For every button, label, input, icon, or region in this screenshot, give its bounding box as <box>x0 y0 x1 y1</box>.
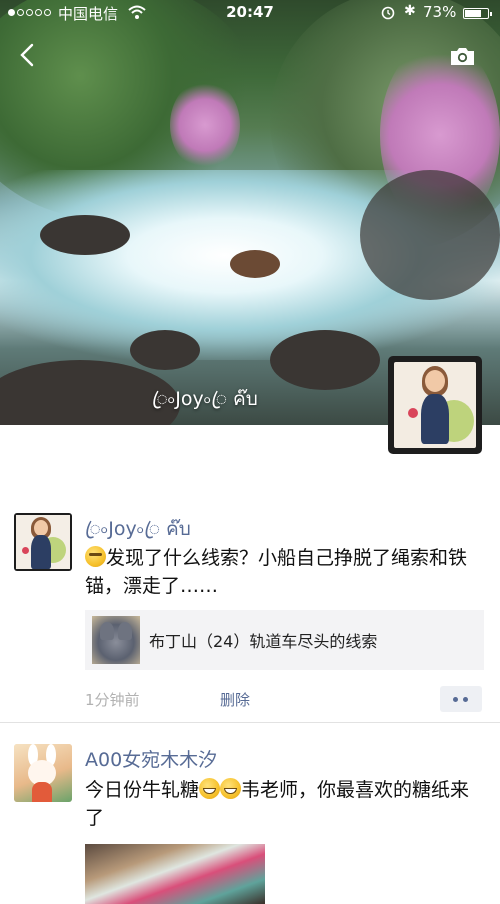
profile-avatar[interactable] <box>388 356 482 454</box>
more-dots-icon[interactable] <box>440 686 482 712</box>
cover-rock <box>270 330 380 390</box>
cover-rock <box>130 330 200 370</box>
user-avatar[interactable] <box>14 513 72 571</box>
status-bar: 中国电信 20:47 ✱ 73% <box>0 0 500 26</box>
shared-link-thumbnail <box>92 616 140 664</box>
cover-rock <box>40 215 130 255</box>
cover-blossom <box>170 80 240 170</box>
grin-emoji-icon <box>199 778 221 799</box>
post-text: 今日份牛轧糖 韦老师，你最喜欢的糖纸来了 <box>85 776 485 832</box>
profile-name: ꦿ৹Joy৹ꦿ ค๊บ <box>152 388 258 410</box>
moment-post: ꦿ৹Joy৹ꦿ ค๊บ 发现了什么线索？小船自己挣脱了绳索和铁锚，漂走了…… 布… <box>0 500 500 723</box>
user-avatar[interactable] <box>14 744 72 802</box>
camera-icon[interactable] <box>449 46 476 66</box>
shared-link-card[interactable]: 布丁山（24）轨道车尽头的线索 <box>85 610 484 670</box>
post-text-content: 发现了什么线索？小船自己挣脱了绳索和铁锚，漂走了…… <box>85 547 468 597</box>
thinking-emoji-icon <box>85 546 106 567</box>
post-author-name[interactable]: A00女宛木木汐 <box>85 745 217 772</box>
wifi-icon <box>128 5 146 19</box>
signal-strength-icon <box>8 9 51 16</box>
post-timestamp: 1分钟前 <box>85 691 140 709</box>
grin-emoji-icon <box>220 778 242 799</box>
bluetooth-icon: ✱ <box>404 3 416 19</box>
battery-icon <box>463 8 492 19</box>
post-photo[interactable] <box>85 844 265 904</box>
post-divider <box>0 722 500 723</box>
carrier-label: 中国电信 <box>58 5 119 23</box>
alarm-icon <box>381 6 395 20</box>
delete-post-link[interactable]: 删除 <box>220 689 250 710</box>
cover-rock <box>230 250 280 278</box>
battery-percent: 73% <box>423 3 457 21</box>
back-chevron-icon[interactable] <box>17 42 39 68</box>
post-text: 发现了什么线索？小船自己挣脱了绳索和铁锚，漂走了…… <box>85 544 485 600</box>
shared-link-title: 布丁山（24）轨道车尽头的线索 <box>149 632 378 651</box>
post-text-content: 今日份牛轧糖 <box>85 779 200 801</box>
cover-rock <box>360 170 500 300</box>
